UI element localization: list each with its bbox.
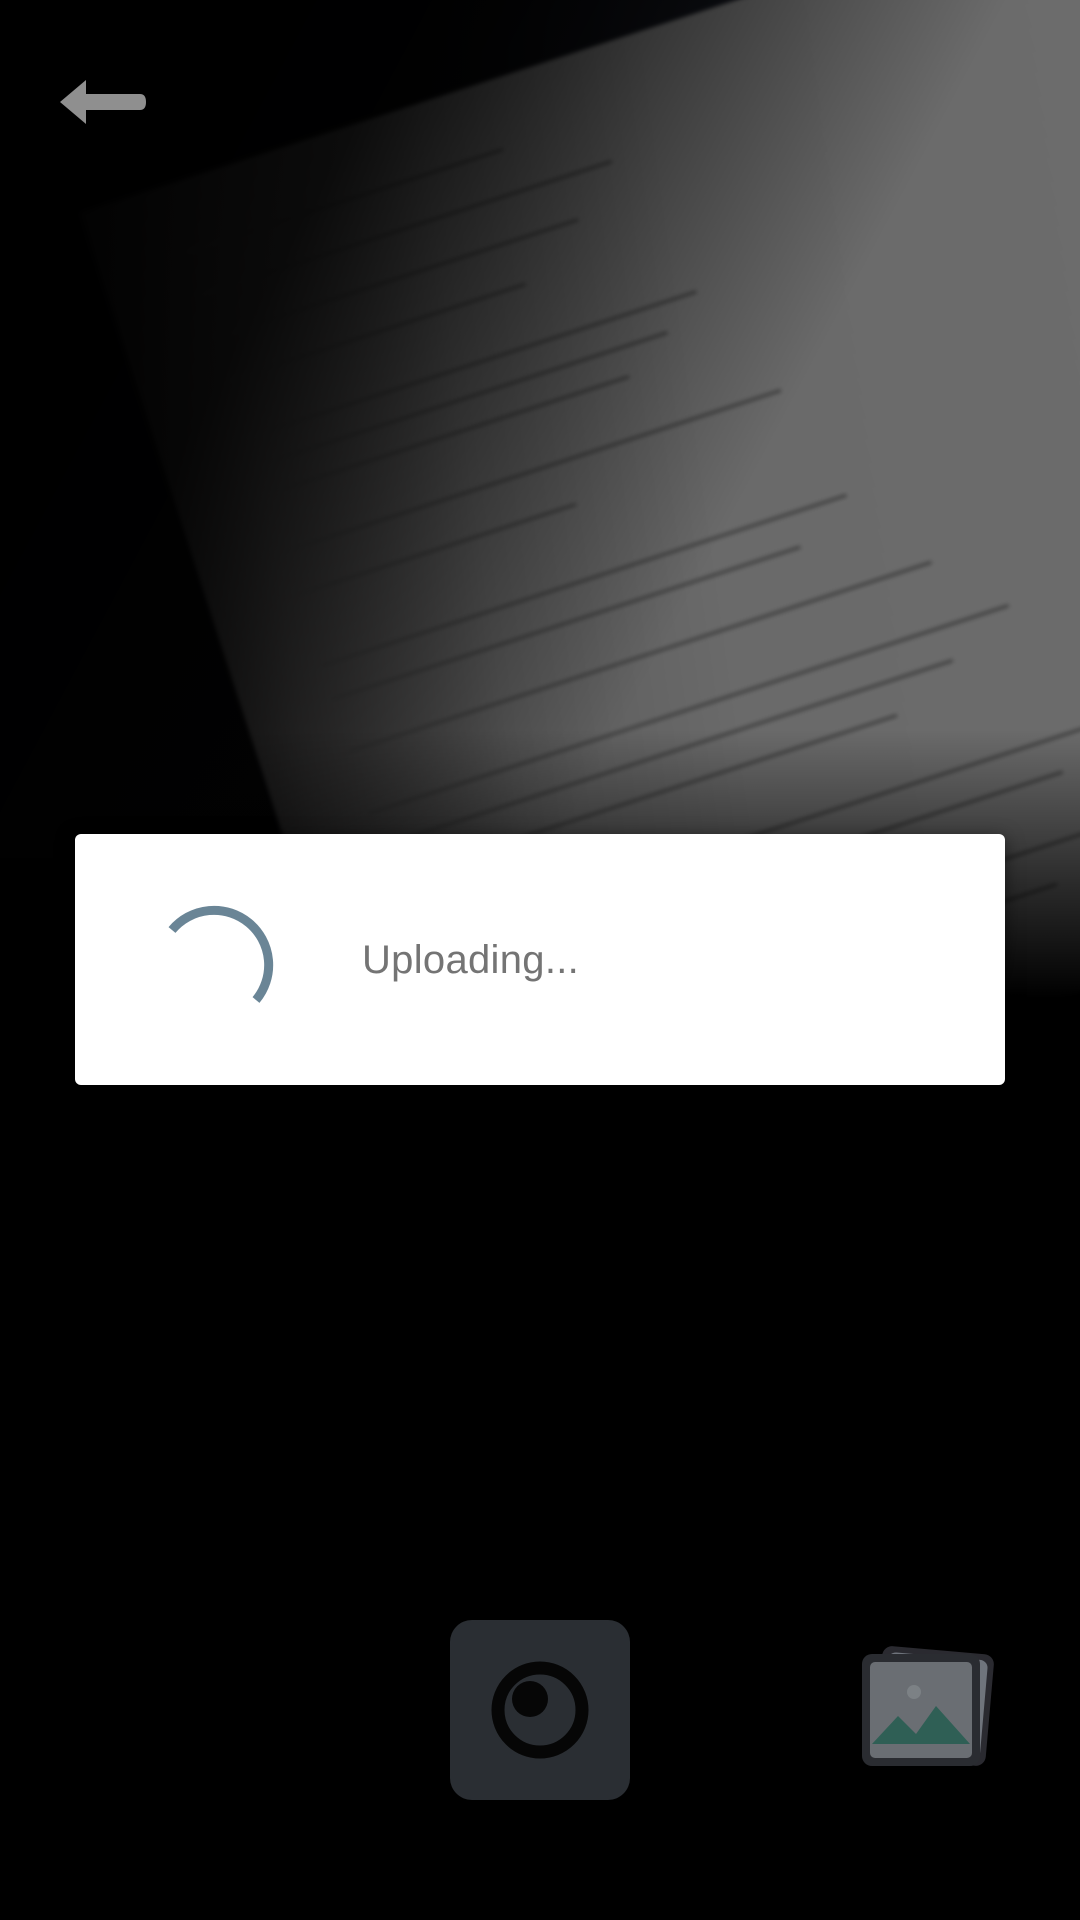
camera-screen: Uploading... xyxy=(0,0,1080,1920)
gallery-button[interactable] xyxy=(858,1644,998,1774)
capture-button[interactable] xyxy=(450,1620,630,1800)
camera-shutter-icon xyxy=(491,1661,589,1759)
gallery-image-icon xyxy=(862,1646,994,1766)
loading-spinner-icon xyxy=(168,905,274,1003)
upload-status-text: Uploading... xyxy=(362,938,580,982)
back-arrow-icon xyxy=(60,80,146,124)
back-button[interactable] xyxy=(56,66,156,146)
